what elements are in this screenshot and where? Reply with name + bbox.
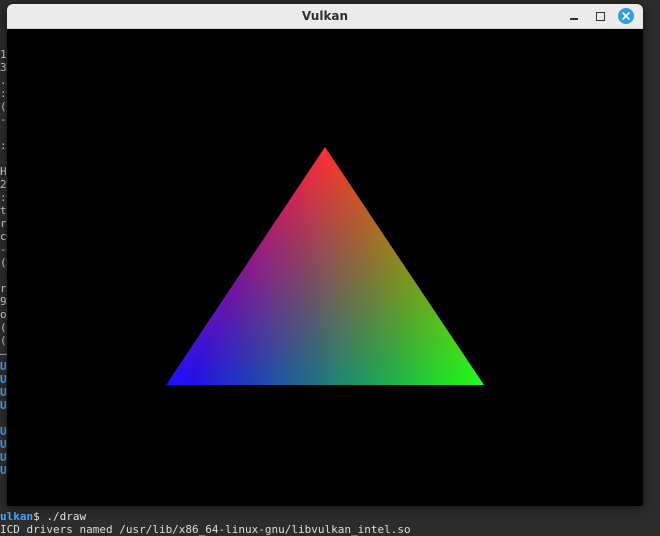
maximize-button[interactable] — [591, 7, 609, 25]
close-button[interactable] — [617, 7, 635, 25]
terminal-output-line: ICD drivers named /usr/lib/x86_64-linux-… — [0, 523, 411, 536]
terminal-prompt: ulkan$ ./draw — [0, 510, 86, 523]
minimize-icon — [570, 18, 578, 20]
minimize-button[interactable] — [565, 7, 583, 25]
prompt-user: ulkan — [0, 510, 34, 523]
window-title: Vulkan — [301, 9, 349, 23]
vulkan-window[interactable]: Vulkan — [7, 4, 643, 506]
render-viewport[interactable] — [7, 29, 643, 506]
prompt-command: $ ./draw — [33, 510, 87, 523]
window-controls — [565, 6, 635, 26]
window-titlebar[interactable]: Vulkan — [7, 4, 643, 29]
maximize-icon — [595, 11, 605, 21]
triangle-canvas — [7, 29, 643, 506]
close-icon — [618, 8, 634, 24]
